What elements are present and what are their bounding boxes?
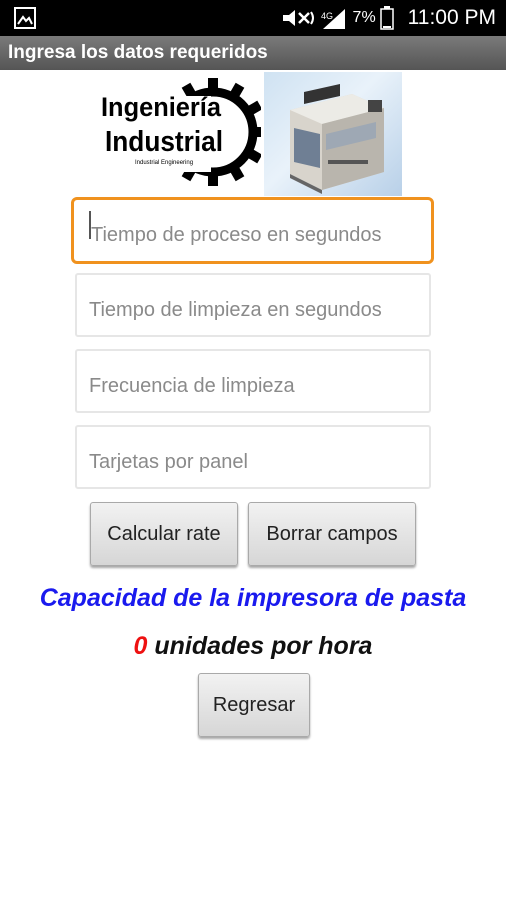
mute-icon bbox=[282, 10, 314, 26]
clear-fields-button[interactable]: Borrar campos bbox=[248, 502, 416, 566]
calculate-rate-button[interactable]: Calcular rate bbox=[90, 502, 238, 566]
logo-line1: Ingeniería bbox=[101, 92, 222, 122]
paste-printer-image bbox=[264, 72, 402, 196]
status-bar: 4G 7% 11:00 PM bbox=[0, 0, 506, 36]
logo-subtitle: Industrial Engineering bbox=[135, 160, 193, 166]
cleaning-time-input[interactable] bbox=[75, 273, 431, 337]
screen-title: Ingresa los datos requeridos bbox=[0, 36, 506, 70]
units-per-hour-value: 0 bbox=[133, 632, 148, 660]
units-per-hour-label: unidades por hora bbox=[147, 632, 373, 660]
logo-line2: Industrial bbox=[105, 126, 223, 158]
result-line: 0 unidades por hora bbox=[0, 632, 506, 661]
ingenieria-industrial-logo: Ingeniería Industrial Industrial Enginee… bbox=[101, 78, 261, 186]
battery-icon bbox=[379, 6, 394, 30]
signal-icon: 4G bbox=[321, 9, 345, 29]
capacity-title: Capacidad de la impresora de pasta bbox=[39, 584, 467, 612]
back-button[interactable]: Regresar bbox=[198, 673, 310, 737]
cleaning-frequency-input[interactable] bbox=[75, 349, 431, 413]
gallery-icon bbox=[14, 7, 36, 29]
cards-per-panel-input[interactable] bbox=[75, 425, 431, 489]
clock: 11:00 PM bbox=[407, 6, 496, 29]
battery-percent: 7% bbox=[352, 9, 376, 26]
text-cursor bbox=[89, 211, 91, 239]
svg-text:4G: 4G bbox=[321, 11, 333, 21]
process-time-input[interactable] bbox=[71, 197, 434, 264]
